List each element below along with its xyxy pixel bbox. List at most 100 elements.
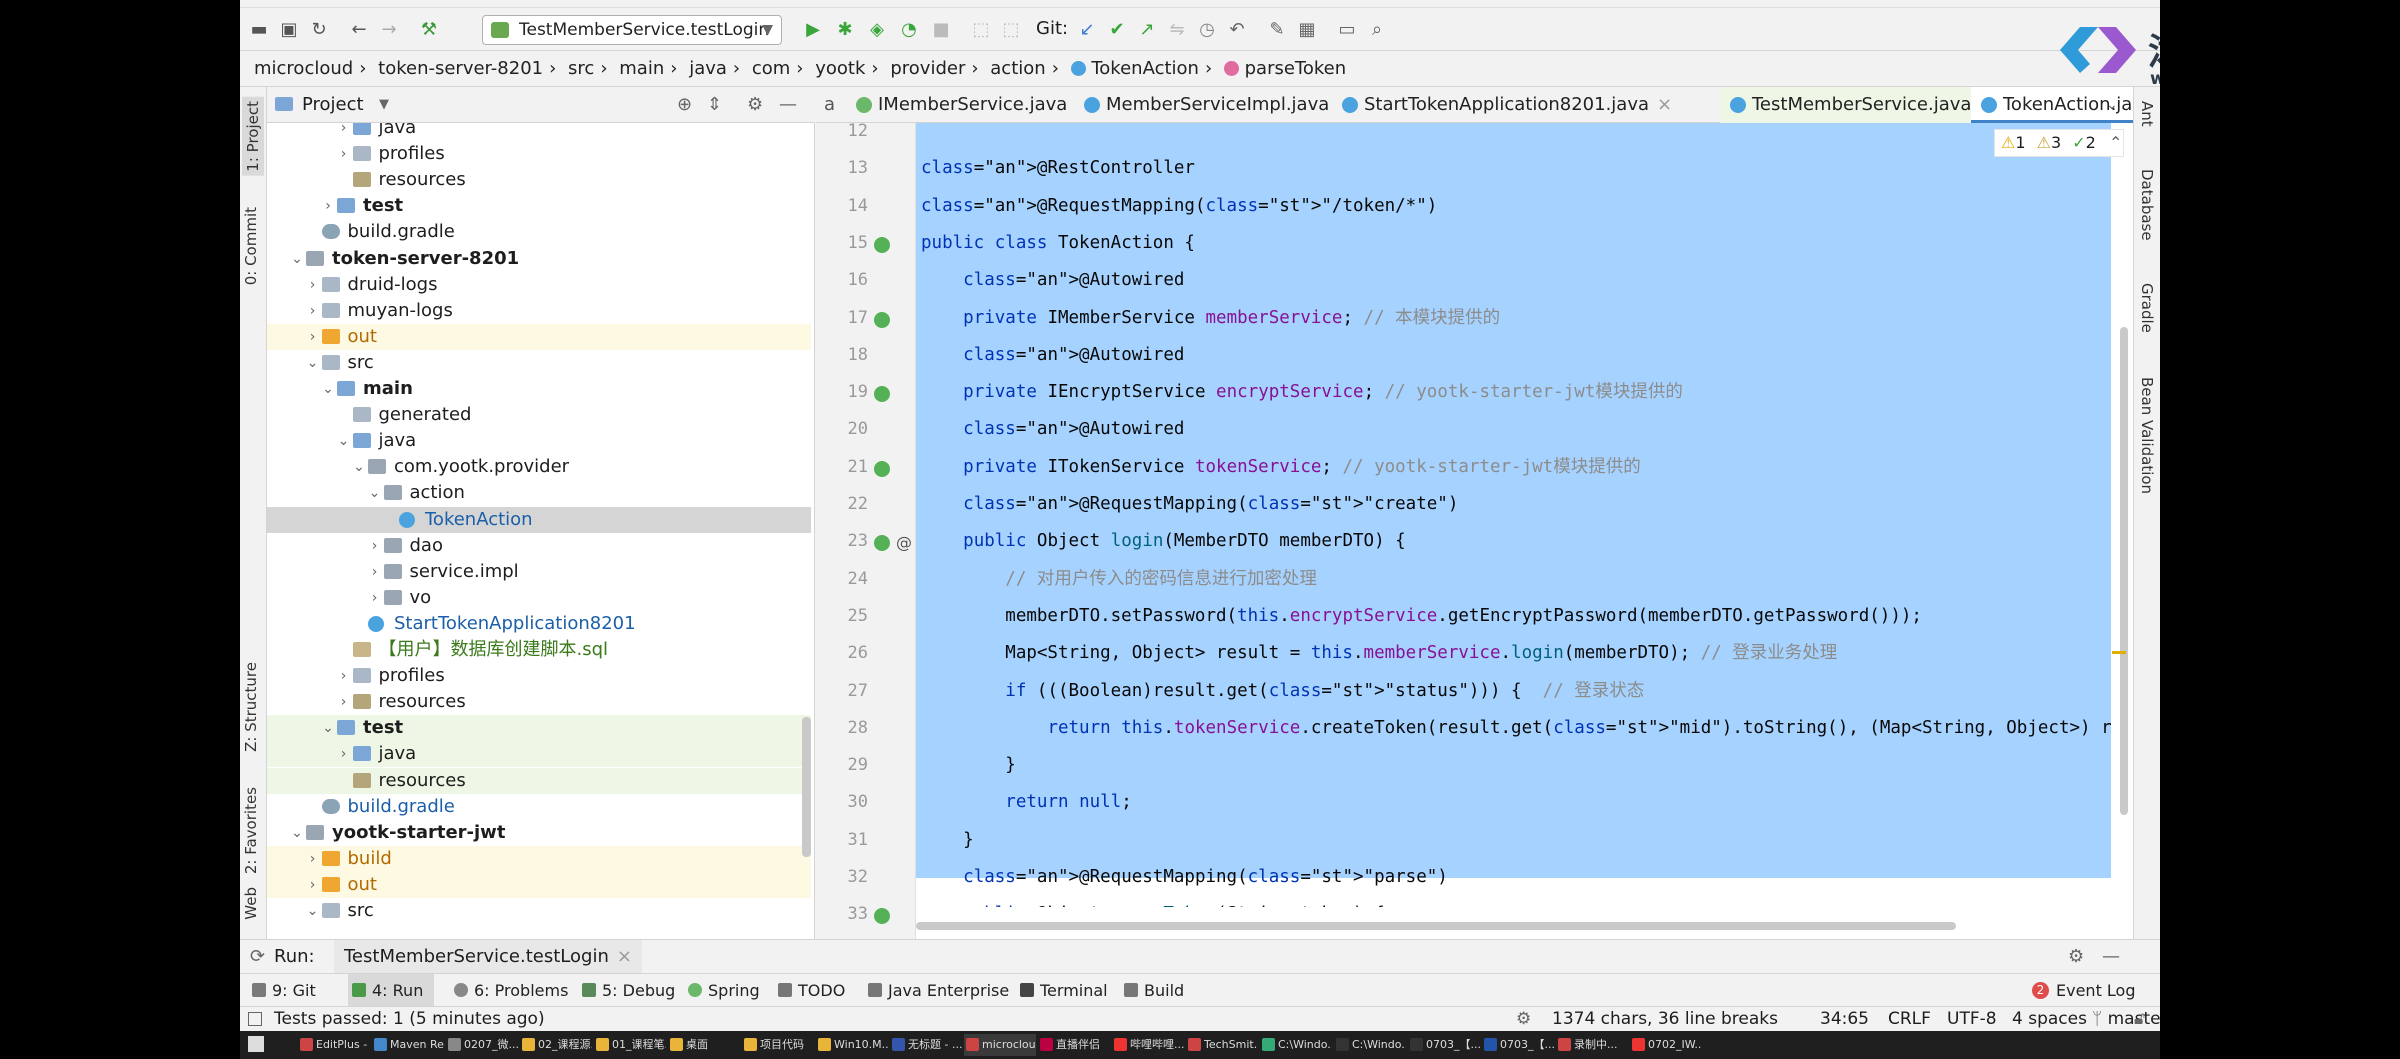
tab-commit[interactable]: 0: Commit (242, 207, 260, 285)
chevron-right-icon[interactable]: › (306, 872, 320, 898)
tree-item[interactable]: ⌄ token-server-8201 (267, 246, 811, 272)
code-line[interactable]: Map<String, Object> result = this.member… (921, 639, 1837, 667)
close-icon[interactable]: × (617, 946, 632, 967)
editor-horizontal-scrollbar[interactable] (916, 922, 1956, 930)
tab-favorites[interactable]: 2: Favorites (242, 787, 260, 874)
git-update-icon[interactable]: ↙ (1076, 19, 1098, 41)
code-line[interactable]: return this.tokenService.createToken(res… (921, 714, 2111, 742)
status-position[interactable]: 34:65 (1820, 1007, 1869, 1031)
build-hammer-icon[interactable]: ⚒ (418, 19, 440, 41)
gear-icon[interactable]: ⚙ (747, 87, 763, 123)
windows-start-icon[interactable] (248, 1036, 264, 1052)
tree-item[interactable]: › muyan-logs (267, 298, 811, 324)
editor-vertical-scrollbar[interactable] (2120, 327, 2128, 815)
code-line[interactable]: return null; (921, 788, 1131, 816)
taskbar-item[interactable]: 桌面 (668, 1034, 740, 1056)
gear-icon[interactable]: ⚙ (2068, 940, 2084, 974)
git-push-icon[interactable]: ↗ (1136, 19, 1158, 41)
taskbar-item[interactable]: 录制中... (1556, 1034, 1628, 1056)
code-area[interactable]: class="an">@RestController class="an">@Re… (916, 123, 2111, 907)
code-line[interactable]: public Object login(MemberDTO memberDTO)… (921, 527, 1406, 555)
tree-item[interactable]: build.gradle (267, 794, 811, 820)
tree-item[interactable]: resources (267, 767, 811, 794)
layout-toggle-icon[interactable] (248, 1012, 262, 1026)
tool-java-enterprise[interactable]: Java Enterprise (864, 974, 1009, 1007)
chevron-down-icon[interactable]: ⌄ (352, 454, 366, 480)
tab-ant[interactable]: Ant (2138, 101, 2156, 127)
sync-icon[interactable]: ↻ (308, 19, 330, 41)
breadcrumb-item[interactable]: TokenAction (1091, 58, 1199, 79)
run-tab[interactable]: TestMemberService.testLogin × (334, 940, 642, 974)
open-folder-icon[interactable]: ▬ (248, 19, 270, 41)
tab-structure[interactable]: Z: Structure (242, 662, 260, 752)
git-rollback-icon[interactable]: ↶ (1226, 19, 1248, 41)
tree-item[interactable]: TokenAction (267, 506, 811, 533)
taskbar-item[interactable]: 0702_IW... (1630, 1034, 1702, 1056)
git-commit-icon[interactable]: ✔ (1106, 19, 1128, 41)
tab-database[interactable]: Database (2138, 169, 2156, 241)
taskbar-item[interactable]: microclou... (964, 1034, 1036, 1056)
chevron-down-icon[interactable]: ⌄ (290, 820, 304, 846)
project-panel-title[interactable]: Project (302, 87, 364, 123)
tab-testmemberservice[interactable]: TestMemberService.java× (1720, 87, 1995, 123)
minimize-icon[interactable]: — (779, 87, 797, 123)
status-encoding[interactable]: UTF-8 (1947, 1007, 1997, 1031)
tab-gradle[interactable]: Gradle (2138, 283, 2156, 333)
code-line[interactable]: class="an">@RestController (921, 154, 1195, 182)
taskbar-item[interactable]: 无标题 - ... (890, 1034, 962, 1056)
breadcrumb-item[interactable]: main (619, 58, 664, 79)
taskbar-item[interactable]: 0207_微... (446, 1034, 518, 1056)
tool-terminal[interactable]: Terminal (1016, 974, 1108, 1007)
warning-marker[interactable] (2112, 651, 2126, 654)
tree-item[interactable]: resources (267, 167, 811, 193)
tree-item[interactable]: ⌄ yootk-starter-jwt (267, 820, 811, 846)
git-compare-icon[interactable]: ⇋ (1166, 19, 1188, 41)
tree-item[interactable]: › profiles (267, 141, 811, 167)
save-icon[interactable]: ▣ (278, 19, 300, 41)
bean-icon[interactable] (874, 311, 890, 328)
coverage-icon[interactable]: ◈ (866, 19, 888, 41)
tool-git[interactable]: 9: Git (248, 974, 316, 1007)
breadcrumb-item[interactable]: java (689, 58, 727, 79)
minimize-icon[interactable]: — (2102, 940, 2120, 974)
code-line[interactable]: } (921, 751, 1016, 779)
code-line[interactable]: if (((Boolean)result.get(class="st">"sta… (921, 677, 1644, 705)
tree-item[interactable]: 【用户】数据库创建脚本.sql (267, 637, 811, 663)
code-line[interactable]: class="an">@RequestMapping(class="st">"/… (921, 192, 1437, 220)
tree-item[interactable]: › profiles (267, 663, 811, 689)
taskbar-item[interactable]: 项目代码 (742, 1034, 814, 1056)
breadcrumb-item[interactable]: microcloud (254, 58, 353, 79)
taskbar-item[interactable]: EditPlus - ... (298, 1034, 370, 1056)
search-icon[interactable]: ⌕ (1366, 19, 1388, 41)
chevron-right-icon[interactable]: › (337, 741, 351, 767)
collapse-all-icon[interactable]: ⇕ (707, 87, 722, 123)
taskbar-item[interactable]: 01_课程笔... (594, 1034, 666, 1056)
chevron-right-icon[interactable]: › (368, 585, 382, 611)
status-branch[interactable]: ᛘ master (2092, 1007, 2160, 1031)
tree-item[interactable]: ⌄ test (267, 715, 811, 742)
chevron-right-icon[interactable]: › (306, 298, 320, 324)
tree-item[interactable]: › vo (267, 585, 811, 611)
taskbar-item[interactable]: C:\Windo... (1334, 1034, 1406, 1056)
project-structure-icon[interactable]: ▦ (1296, 19, 1318, 41)
chevron-right-icon[interactable]: › (306, 846, 320, 872)
chevron-down-icon[interactable]: ⌄ (321, 715, 335, 741)
chevron-right-icon[interactable]: › (368, 559, 382, 585)
tree-item[interactable]: ⌄ com.yootk.provider (267, 454, 811, 480)
tree-item[interactable]: › druid-logs (267, 272, 811, 298)
code-line[interactable]: public class TokenAction { (921, 229, 1195, 257)
bean-icon[interactable] (874, 908, 890, 925)
tree-item[interactable]: ⌄ src (267, 350, 811, 376)
code-line[interactable]: class="an">@Autowired (921, 415, 1184, 443)
code-line[interactable]: class="an">@RequestMapping(class="st">"c… (921, 490, 1458, 518)
status-chars[interactable]: 1374 chars, 36 line breaks (1552, 1007, 1778, 1031)
chevron-down-icon[interactable]: ⌄ (306, 350, 320, 376)
status-indent[interactable]: 4 spaces (2012, 1007, 2087, 1031)
tab-web[interactable]: Web (242, 887, 260, 920)
taskbar-item[interactable]: Win10.M... (816, 1034, 888, 1056)
tool-debug[interactable]: 5: Debug (578, 974, 675, 1007)
lock-icon[interactable]: 🔓︎ (2134, 1007, 2145, 1031)
tab-imemberservice[interactable]: IMemberService.java (846, 87, 1067, 123)
code-line[interactable]: class="an">@Autowired (921, 341, 1184, 369)
attach-icon[interactable]: ⬚ (970, 19, 992, 41)
